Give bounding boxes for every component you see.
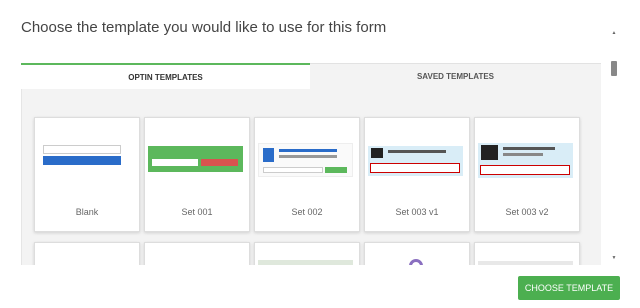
template-label: Set 001 (181, 207, 213, 217)
template-card-set-003-v2[interactable]: Set 003 v2 (474, 117, 580, 232)
template-thumbnail (43, 145, 121, 171)
scroll-up-arrow-icon[interactable]: ▲ (610, 30, 618, 36)
template-thumbnail (148, 146, 243, 172)
template-thumbnail (258, 143, 353, 177)
scroll-thumb[interactable] (611, 61, 617, 76)
template-label: Set 003 v1 (395, 207, 439, 217)
template-card-set-003-v1[interactable]: Set 003 v1 (364, 117, 470, 232)
template-label: Blank (75, 207, 99, 217)
template-thumbnail (368, 146, 463, 176)
template-card-blank[interactable]: Blank (34, 117, 140, 232)
template-card-set-002[interactable]: Set 002 (254, 117, 360, 232)
scroll-down-arrow-icon[interactable]: ▼ (610, 255, 618, 261)
scrollbar[interactable]: ▲ ▼ (610, 30, 618, 270)
template-tabs: OPTIN TEMPLATES SAVED TEMPLATES (21, 63, 601, 89)
tab-saved-templates[interactable]: SAVED TEMPLATES (310, 63, 601, 89)
template-label: Set 002 (291, 207, 323, 217)
choose-template-button[interactable]: CHOOSE TEMPLATE (518, 276, 620, 300)
tab-optin-templates[interactable]: OPTIN TEMPLATES (21, 63, 310, 89)
template-label: Set 003 v2 (505, 207, 549, 217)
dialog-title: Choose the template you would like to us… (21, 19, 387, 36)
template-thumbnail (478, 143, 573, 178)
template-card-set-001[interactable]: Set 001 (144, 117, 250, 232)
